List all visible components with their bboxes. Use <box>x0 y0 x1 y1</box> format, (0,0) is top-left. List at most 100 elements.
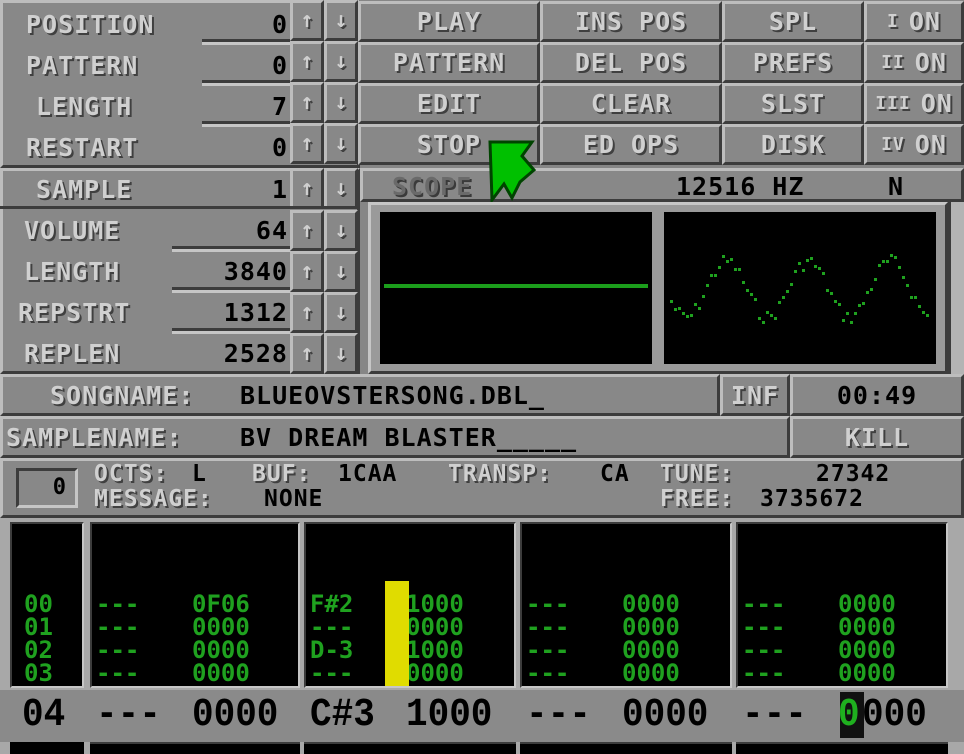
sample-replen-up-button[interactable]: ↑ <box>290 333 324 374</box>
edit-step-box[interactable]: 0 <box>16 468 78 508</box>
del-pos-button[interactable]: DEL POS <box>540 42 722 83</box>
sample-number[interactable]: 1 <box>272 177 288 202</box>
next-row-area <box>304 742 516 754</box>
scope-sample-dot <box>710 274 713 277</box>
current-row-note: --- <box>96 693 161 738</box>
button-label: PATTERN <box>392 48 506 77</box>
scope-sample-dot <box>718 266 721 269</box>
scope-sample-dot <box>730 258 733 261</box>
song-position-down-button[interactable]: ↓ <box>324 0 358 41</box>
kill-label: KILL <box>844 422 910 452</box>
current-row-effect: 0000 <box>622 693 709 738</box>
scope-sample-dot <box>826 289 829 292</box>
song-pattern-value[interactable]: 0 <box>272 53 288 78</box>
inf-button[interactable]: INF <box>720 374 790 416</box>
message-value: NONE <box>264 486 324 512</box>
sample-volume-down-button[interactable]: ↓ <box>324 210 358 251</box>
sample-replen-down-button[interactable]: ↓ <box>324 333 358 374</box>
arrow-up-icon: ↑ <box>300 49 314 74</box>
ins-pos-button[interactable]: INS POS <box>540 1 722 42</box>
current-row-note: --- <box>526 693 591 738</box>
scope-sample-dot <box>850 321 853 324</box>
kill-button[interactable]: KILL <box>790 416 964 458</box>
song-pattern-up-button[interactable]: ↑ <box>290 41 324 82</box>
scope-waveform-noise <box>670 254 929 324</box>
arrow-up-icon: ↑ <box>300 8 314 33</box>
current-row-effect: 1000 <box>406 693 493 738</box>
samplename-field[interactable]: BV DREAM BLASTER_____ <box>240 425 577 450</box>
scope-sample-dot <box>814 265 817 268</box>
scope-frequency: 12516 HZ <box>676 172 805 201</box>
scope-sample-dot <box>670 300 673 303</box>
free-label: FREE: <box>660 486 735 512</box>
sample-length-label: LENGTH <box>24 257 121 286</box>
scope-sample-dot <box>906 284 909 287</box>
scope-sample-dot <box>790 283 793 286</box>
track-note: --- <box>96 659 140 687</box>
song-length-value[interactable]: 7 <box>272 94 288 119</box>
scope-sample-dot <box>786 290 789 293</box>
scope-sample-dot <box>874 278 877 281</box>
arrow-down-icon: ↓ <box>334 49 348 74</box>
scope-sample-dot <box>766 311 769 314</box>
song-restart-down-button[interactable]: ↓ <box>324 123 358 164</box>
scope-sample-dot <box>922 311 925 314</box>
scope-sample-dot <box>810 257 813 260</box>
pattern-button[interactable]: PATTERN <box>358 42 540 83</box>
button-label: DEL POS <box>574 48 688 77</box>
sample-volume-up-button[interactable]: ↑ <box>290 210 324 251</box>
channel-numeral: I <box>887 10 899 32</box>
song-restart-value[interactable]: 0 <box>272 135 288 160</box>
song-pattern-down-button[interactable]: ↓ <box>324 41 358 82</box>
song-length-down-button[interactable]: ↓ <box>324 82 358 123</box>
channel-3-toggle[interactable]: III ON <box>864 83 964 124</box>
inf-label: INF <box>730 380 780 410</box>
arrow-down-icon: ↓ <box>334 218 348 243</box>
button-label: STOP <box>416 130 482 159</box>
current-row-number: 04 <box>22 693 66 738</box>
scope-sample-dot <box>726 260 729 263</box>
scope-sample-dot <box>890 254 893 257</box>
scope-sample-dot <box>886 260 889 263</box>
sample-volume-value[interactable]: 64 <box>256 218 288 243</box>
song-position-up-button[interactable]: ↑ <box>290 0 324 41</box>
song-position-value[interactable]: 0 <box>272 12 288 37</box>
clear-button[interactable]: CLEAR <box>540 83 722 124</box>
scope-sample-dot <box>918 305 921 308</box>
scope-sample-dot <box>910 296 913 299</box>
sample-replen-value[interactable]: 2528 <box>224 341 288 366</box>
sample-length-down-button[interactable]: ↓ <box>324 251 358 292</box>
sample-up-button[interactable]: ↑ <box>290 168 324 209</box>
play-button[interactable]: PLAY <box>358 1 540 42</box>
samplename-label: SAMPLENAME: <box>6 423 183 452</box>
sample-length-up-button[interactable]: ↑ <box>290 251 324 292</box>
slst-button[interactable]: SLST <box>722 83 864 124</box>
ed-ops-button[interactable]: ED OPS <box>540 124 722 165</box>
scope-sample-dot <box>742 281 745 284</box>
channel-1-toggle[interactable]: I ON <box>864 1 964 42</box>
channel-4-toggle[interactable]: IV ON <box>864 124 964 165</box>
song-length-up-button[interactable]: ↑ <box>290 82 324 123</box>
scope-sample-dot <box>842 319 845 322</box>
spl-button[interactable]: SPL <box>722 1 864 42</box>
sample-down-button[interactable]: ↓ <box>324 168 358 209</box>
scope-sample-dot <box>738 268 741 271</box>
channel-state: ON <box>914 130 947 159</box>
disk-button[interactable]: DISK <box>722 124 864 165</box>
sample-repstrt-value[interactable]: 1312 <box>224 300 288 325</box>
divider <box>172 331 290 334</box>
sample-length-value[interactable]: 3840 <box>224 259 288 284</box>
songname-field[interactable]: BLUEOVSTERSONG.DBL_ <box>240 383 545 408</box>
channel-2-toggle[interactable]: II ON <box>864 42 964 83</box>
prefs-button[interactable]: PREFS <box>722 42 864 83</box>
sample-repstrt-down-button[interactable]: ↓ <box>324 292 358 333</box>
song-restart-up-button[interactable]: ↑ <box>290 123 324 164</box>
edit-button[interactable]: EDIT <box>358 83 540 124</box>
sample-repstrt-up-button[interactable]: ↑ <box>290 292 324 333</box>
scope-waveform-flat <box>384 284 648 288</box>
buf-value: 1CAA <box>338 461 398 487</box>
next-row-area <box>90 742 300 754</box>
current-row-effect: 0000 <box>192 693 279 738</box>
divider <box>0 206 360 209</box>
sample-replen-label: REPLEN <box>24 339 121 368</box>
